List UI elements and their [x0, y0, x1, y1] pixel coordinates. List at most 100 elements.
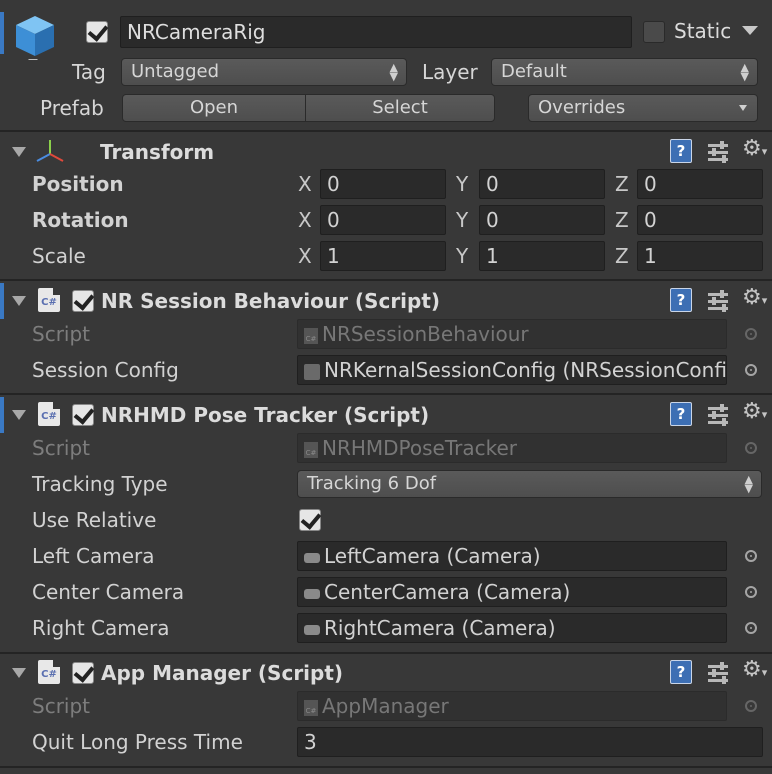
transform-gizmo-icon — [36, 140, 64, 162]
position-label: Position — [32, 172, 124, 196]
foldout-arrow-icon[interactable] — [12, 410, 26, 420]
component-accent — [0, 283, 4, 319]
component-accent — [0, 397, 4, 433]
foldout-arrow-icon[interactable] — [12, 147, 26, 157]
settings-gear-icon[interactable]: ⚙▾ — [742, 287, 767, 312]
camera-icon — [304, 588, 320, 599]
prefab-select-button[interactable]: Select — [305, 94, 495, 122]
position-z-axis[interactable]: Z — [615, 172, 629, 196]
presets-sliders-icon[interactable] — [708, 404, 730, 426]
static-toggle[interactable] — [643, 21, 665, 43]
object-picker-icon — [745, 442, 757, 454]
position-x-input[interactable]: 0 — [320, 169, 446, 199]
settings-gear-icon[interactable]: ⚙▾ — [742, 659, 767, 684]
object-picker-icon[interactable] — [745, 586, 757, 598]
tracking-type-dropdown[interactable]: Tracking 6 Dof ▲ ▼ — [297, 470, 762, 498]
updown-arrows-icon: ▲ ▼ — [389, 61, 398, 83]
app-manager-script-value: AppManager — [322, 694, 449, 718]
scale-y-axis[interactable]: Y — [456, 244, 468, 268]
object-picker-icon — [745, 328, 757, 340]
foldout-arrow-icon[interactable] — [12, 668, 26, 678]
app-manager-script-field: C# AppManager — [297, 691, 727, 721]
help-book-icon[interactable]: ? — [670, 402, 692, 426]
overrides-label: Overrides — [538, 97, 626, 118]
active-toggle[interactable] — [86, 20, 109, 43]
tag-value: Untagged — [131, 61, 220, 82]
gameobject-cube-icon — [16, 16, 54, 60]
settings-gear-icon[interactable]: ⚙▾ — [742, 138, 767, 163]
session-enabled-toggle[interactable] — [72, 289, 95, 312]
right-camera-label: Right Camera — [32, 616, 170, 640]
scale-label: Scale — [32, 244, 86, 268]
static-label: Static — [674, 19, 732, 43]
right-camera-field[interactable]: RightCamera (Camera) — [297, 613, 727, 643]
scale-x-input[interactable]: 1 — [320, 241, 446, 271]
presets-sliders-icon[interactable] — [708, 662, 730, 684]
help-book-icon[interactable]: ? — [670, 139, 692, 163]
chevron-down-icon — [739, 105, 747, 111]
use-relative-checkbox[interactable] — [299, 508, 322, 531]
csharp-script-icon: C# — [304, 441, 318, 458]
scale-y-input[interactable]: 1 — [479, 241, 605, 271]
right-camera-value: RightCamera (Camera) — [324, 616, 556, 640]
static-dropdown-icon[interactable] — [742, 26, 758, 35]
session-script-value: NRSessionBehaviour — [322, 322, 529, 346]
help-book-icon[interactable]: ? — [670, 660, 692, 684]
scale-z-axis[interactable]: Z — [615, 244, 629, 268]
settings-gear-icon[interactable]: ⚙▾ — [742, 401, 767, 426]
center-camera-field[interactable]: CenterCamera (Camera) — [297, 577, 727, 607]
csharp-script-icon: C# — [304, 327, 318, 344]
prefab-open-button[interactable]: Open — [122, 94, 306, 122]
object-picker-icon[interactable] — [745, 550, 757, 562]
layer-label: Layer — [422, 60, 478, 84]
presets-sliders-icon[interactable] — [708, 290, 730, 312]
camera-icon — [304, 552, 320, 563]
csharp-script-icon: C# — [38, 288, 60, 312]
position-y-input[interactable]: 0 — [479, 169, 605, 199]
app-manager-enabled-toggle[interactable] — [72, 661, 95, 684]
presets-sliders-icon[interactable] — [708, 141, 730, 163]
object-picker-icon[interactable] — [745, 364, 757, 376]
script-label: Script — [32, 436, 91, 460]
divider — [0, 766, 772, 768]
help-book-icon[interactable]: ? — [670, 288, 692, 312]
center-camera-value: CenterCamera (Camera) — [324, 580, 571, 604]
divider — [0, 393, 772, 395]
pose-enabled-toggle[interactable] — [72, 403, 95, 426]
scale-z-input[interactable]: 1 — [637, 241, 763, 271]
selection-accent — [0, 12, 4, 54]
object-name-input[interactable]: NRCameraRig — [120, 16, 632, 48]
rotation-z-axis[interactable]: Z — [615, 208, 629, 232]
object-picker-icon[interactable] — [745, 622, 757, 634]
use-relative-label: Use Relative — [32, 508, 157, 532]
quit-long-press-label: Quit Long Press Time — [32, 730, 243, 754]
foldout-arrow-icon[interactable] — [12, 296, 26, 306]
session-config-label: Session Config — [32, 358, 179, 382]
session-title: NR Session Behaviour (Script) — [101, 289, 441, 313]
script-label: Script — [32, 694, 91, 718]
session-config-field[interactable]: NRKernalSessionConfig (NRSessionConfig) — [297, 355, 727, 385]
center-camera-label: Center Camera — [32, 580, 185, 604]
scale-x-axis[interactable]: X — [298, 244, 312, 268]
session-config-value: NRKernalSessionConfig (NRSessionConfig) — [324, 358, 727, 382]
rotation-label: Rotation — [32, 208, 129, 232]
position-y-axis[interactable]: Y — [456, 172, 468, 196]
position-z-input[interactable]: 0 — [637, 169, 763, 199]
left-camera-field[interactable]: LeftCamera (Camera) — [297, 541, 727, 571]
script-label: Script — [32, 322, 91, 346]
rotation-z-input[interactable]: 0 — [637, 205, 763, 235]
rotation-y-axis[interactable]: Y — [456, 208, 468, 232]
rotation-y-input[interactable]: 0 — [479, 205, 605, 235]
pose-title: NRHMD Pose Tracker (Script) — [101, 403, 430, 427]
position-x-axis[interactable]: X — [298, 172, 312, 196]
prefab-overrides-dropdown[interactable]: Overrides — [528, 94, 758, 122]
rotation-x-axis[interactable]: X — [298, 208, 312, 232]
tag-label: Tag — [72, 60, 106, 84]
left-camera-label: Left Camera — [32, 544, 155, 568]
tag-dropdown[interactable]: Untagged ▲ ▼ — [121, 58, 407, 86]
divider — [0, 652, 772, 654]
rotation-x-input[interactable]: 0 — [320, 205, 446, 235]
csharp-script-icon: C# — [38, 402, 60, 426]
quit-long-press-input[interactable]: 3 — [297, 727, 763, 757]
layer-dropdown[interactable]: Default ▲ ▼ — [491, 58, 758, 86]
